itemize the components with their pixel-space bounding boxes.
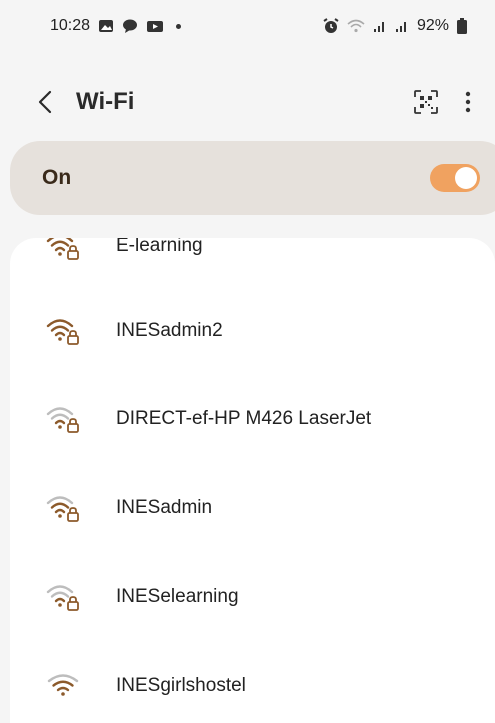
network-name: INESgirlshostel (116, 675, 246, 696)
back-button[interactable] (38, 82, 72, 122)
wifi-lock-icon (46, 582, 84, 612)
network-name: INESelearning (116, 586, 239, 607)
qr-code-icon (414, 90, 438, 114)
chat-notification-icon (122, 18, 138, 34)
alarm-icon (323, 18, 339, 34)
signal-sim1-icon (373, 19, 387, 33)
toggle-knob (455, 167, 477, 189)
wifi-toggle-label: On (42, 166, 72, 189)
status-bar: 10:28 92% (0, 0, 495, 52)
more-options-button[interactable] (465, 91, 471, 113)
wifi-lock-icon (46, 238, 84, 261)
wifi-lock-icon (46, 493, 84, 523)
network-item[interactable]: E-learning (10, 238, 495, 290)
battery-percentage: 92% (416, 17, 449, 34)
more-notifications-dot-icon (176, 23, 182, 29)
wifi-toggle-switch[interactable] (430, 164, 480, 192)
status-time: 10:28 (50, 17, 91, 34)
app-bar-actions (413, 89, 471, 115)
network-name: INESadmin (116, 497, 213, 518)
network-item[interactable]: DIRECT-ef-HP M426 LaserJet (10, 375, 495, 463)
chevron-left-icon (38, 90, 52, 114)
network-list: E-learning INESadmin2 DIRECT-ef-HP M426 … (10, 238, 495, 723)
network-item[interactable]: INESelearning (10, 553, 495, 641)
app-bar: Wi-Fi (0, 74, 495, 130)
video-notification-icon (146, 18, 164, 34)
gallery-notification-icon (98, 18, 114, 34)
network-name: INESadmin2 (116, 320, 223, 341)
more-vert-icon (465, 91, 471, 113)
wifi-master-toggle-row[interactable]: On (10, 141, 495, 215)
page-title: Wi-Fi (76, 88, 135, 115)
status-right: 92% (323, 17, 467, 35)
network-item[interactable]: INESgirlshostel (10, 642, 495, 723)
network-item[interactable]: INESadmin2 (10, 287, 495, 375)
wifi-lock-icon (46, 316, 84, 346)
battery-icon (457, 18, 467, 34)
signal-sim2-icon (395, 19, 409, 33)
network-name: DIRECT-ef-HP M426 LaserJet (116, 408, 372, 429)
network-item[interactable]: INESadmin (10, 464, 495, 552)
qr-scan-button[interactable] (413, 89, 439, 115)
wifi-lock-icon (46, 404, 84, 434)
network-name: E-learning (116, 238, 203, 256)
wifi-icon (46, 671, 84, 701)
status-left: 10:28 (50, 17, 182, 35)
wifi-status-icon (347, 19, 365, 33)
